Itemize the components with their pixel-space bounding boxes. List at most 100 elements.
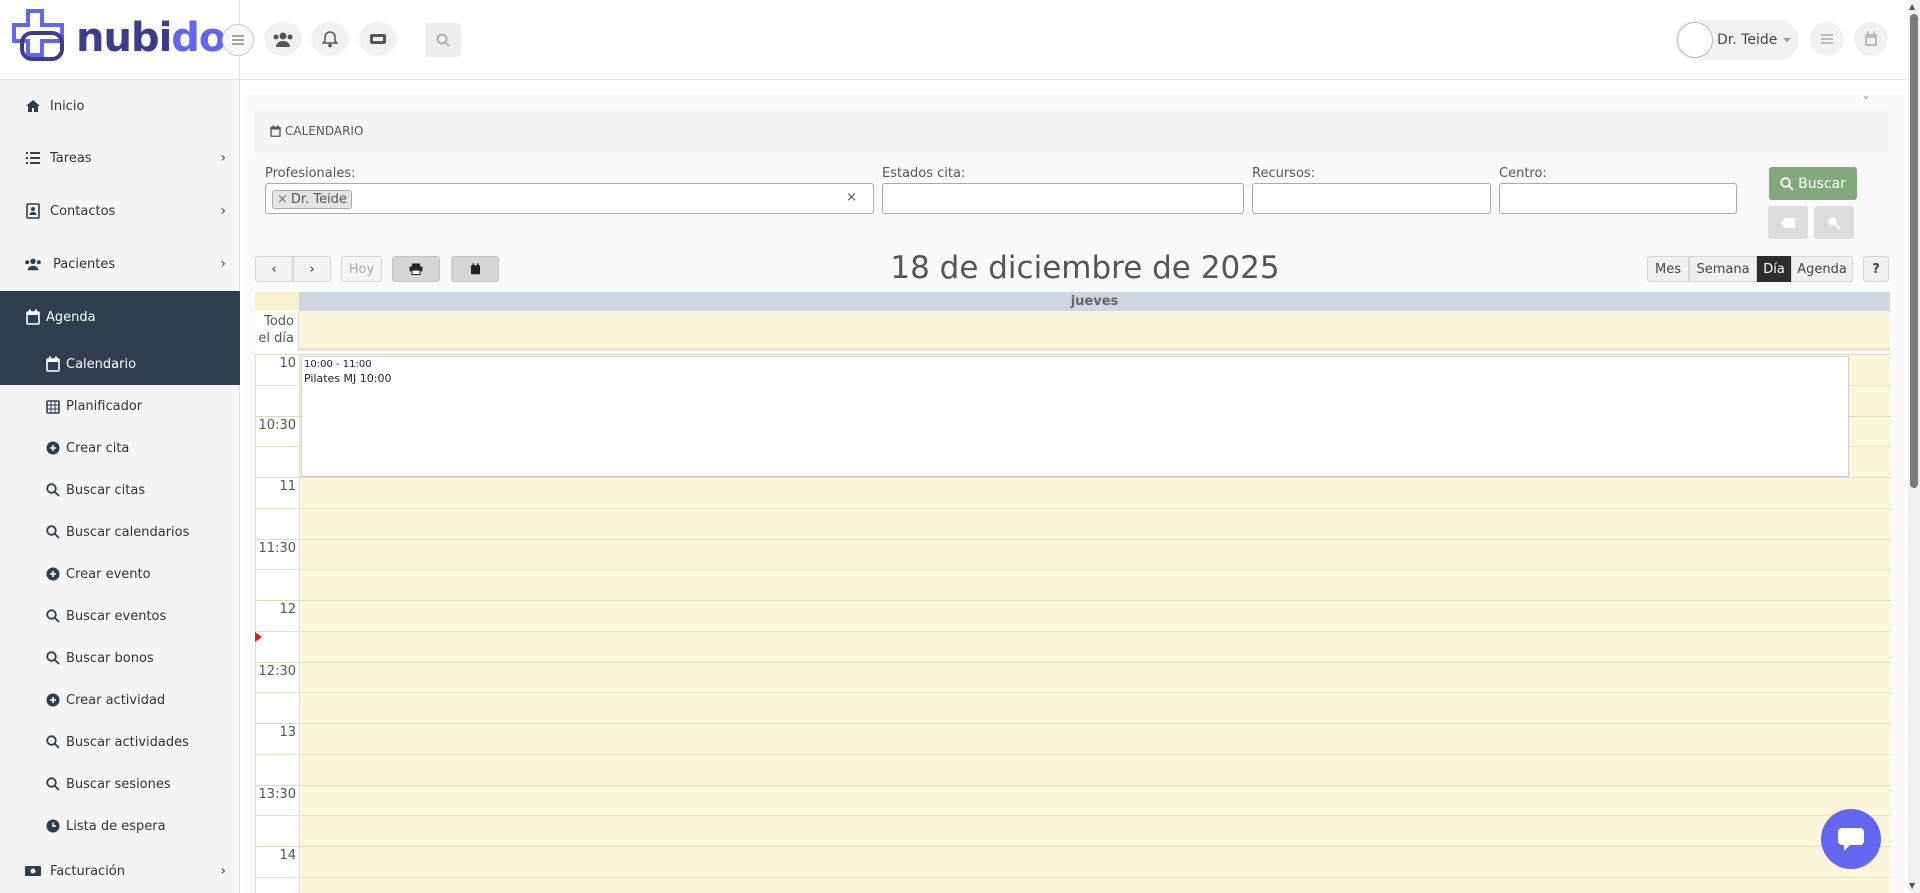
user-name: Dr. Teide <box>1717 32 1778 48</box>
view-agenda-button[interactable]: Agenda <box>1791 256 1853 282</box>
prev-button[interactable]: ‹ <box>255 256 293 282</box>
time-label: 13 <box>279 725 296 740</box>
bell-icon <box>322 31 338 48</box>
clear-selection-button[interactable]: × <box>846 190 857 205</box>
time-slot-line <box>256 754 1891 755</box>
time-label: 14 <box>279 848 296 863</box>
time-slot-line <box>256 354 1891 355</box>
date-picker-button[interactable] <box>451 256 499 282</box>
users-icon <box>273 32 293 47</box>
sidebar-item-calendario[interactable]: Calendario <box>0 343 240 385</box>
time-label: 11 <box>279 479 296 494</box>
contacts-button[interactable] <box>264 22 302 56</box>
sidebar-item-label: Crear actividad <box>66 692 166 708</box>
event-time: 10:00 - 11:00 <box>304 359 372 370</box>
chevron-right-icon: › <box>220 863 226 879</box>
sidebar-item-buscar-bonos[interactable]: Buscar bonos <box>0 637 240 679</box>
sidebar-item-buscar-actividades[interactable]: Buscar actividades <box>0 721 240 763</box>
sidebar-item-pacientes[interactable]: Pacientes › <box>0 238 240 290</box>
calendar-event[interactable]: 10:00 - 11:00 Pilates MJ 10:00 <box>301 356 1849 477</box>
calendar-panel-button[interactable] <box>1854 22 1888 56</box>
time-slot-line <box>256 785 1891 786</box>
calendar-icon <box>270 125 281 137</box>
today-button[interactable]: Hoy <box>341 256 382 282</box>
sidebar-item-agenda[interactable]: Agenda ⌄ <box>0 291 240 343</box>
tickets-button[interactable] <box>359 22 397 56</box>
estados-cita-select[interactable] <box>882 183 1244 214</box>
sidebar-item-tareas[interactable]: Tareas › <box>0 132 240 184</box>
view-semana-button[interactable]: Semana <box>1689 256 1757 282</box>
tag-remove-icon[interactable]: × <box>277 192 288 207</box>
day-header: jueves <box>255 292 1890 311</box>
chevron-right-icon: › <box>309 261 315 277</box>
sidebar-item-crear-evento[interactable]: Crear evento <box>0 553 240 595</box>
panel-header: CALENDARIO <box>254 108 1888 154</box>
sidebar-item-inicio[interactable]: Inicio <box>0 80 240 132</box>
advanced-search-button[interactable] <box>1814 206 1854 239</box>
avatar <box>1677 22 1713 58</box>
chevron-right-icon: › <box>220 256 226 272</box>
recursos-select[interactable] <box>1252 183 1491 214</box>
centro-label: Centro: <box>1499 166 1547 181</box>
time-label: 12:30 <box>258 664 296 679</box>
sidebar-item-buscar-citas[interactable]: Buscar citas <box>0 469 240 511</box>
search-icon <box>1780 176 1794 191</box>
sidebar-item-crear-actividad[interactable]: Crear actividad <box>0 679 240 721</box>
search-icon <box>45 776 61 792</box>
view-dia-button[interactable]: Día <box>1757 256 1791 282</box>
sidebar-item-crear-cita[interactable]: Crear cita <box>0 427 240 469</box>
all-day-row[interactable]: Todo el día <box>255 311 1890 351</box>
sidebar-item-label: Contactos <box>50 203 116 219</box>
sidebar-item-label: Buscar eventos <box>66 608 167 624</box>
search-plus-icon <box>1828 216 1841 230</box>
sidebar-item-buscar-sesiones[interactable]: Buscar sesiones <box>0 763 240 805</box>
list-icon <box>24 149 42 167</box>
view-mes-button[interactable]: Mes <box>1647 256 1689 282</box>
chat-button[interactable] <box>1821 809 1881 869</box>
print-button[interactable] <box>392 256 440 282</box>
menu-button[interactable] <box>1810 22 1844 56</box>
sidebar-item-label: Planificador <box>66 398 143 414</box>
sidebar-item-label: Buscar sesiones <box>66 776 171 792</box>
clock-icon <box>45 818 61 834</box>
sidebar-item-facturacion[interactable]: Facturación › <box>0 845 240 893</box>
scrollbar-thumb[interactable] <box>1910 14 1918 488</box>
notifications-button[interactable] <box>311 22 349 56</box>
collapse-panel-button[interactable]: ⌄ <box>1861 88 1871 102</box>
sidebar-item-label: Buscar bonos <box>66 650 154 666</box>
profesionales-select[interactable]: × Dr. Teide × <box>265 183 874 214</box>
top-bar: nubidoc Dr. Teide <box>0 0 1908 80</box>
calendar-icon <box>1865 31 1877 46</box>
time-label: 11:30 <box>258 541 296 556</box>
scroll-up-icon[interactable]: ▲ <box>1909 2 1915 11</box>
profesional-tag[interactable]: × Dr. Teide <box>272 190 352 209</box>
sidebar: Inicio Tareas › Contactos › Pacientes › … <box>0 80 240 893</box>
event-title: Pilates MJ 10:00 <box>304 372 392 385</box>
user-menu[interactable]: Dr. Teide <box>1675 20 1799 60</box>
time-slot-line <box>256 815 1891 816</box>
chat-bubble-icon <box>1838 828 1864 851</box>
sidebar-toggle-button[interactable] <box>222 24 254 56</box>
sidebar-item-lista-de-espera[interactable]: Lista de espera <box>0 805 240 847</box>
time-gutter <box>256 354 300 893</box>
sidebar-item-buscar-eventos[interactable]: Buscar eventos <box>0 595 240 637</box>
tag-label: Dr. Teide <box>290 192 347 207</box>
time-label: 12 <box>279 602 296 617</box>
sidebar-item-contactos[interactable]: Contactos › <box>0 185 240 237</box>
sidebar-item-label: Buscar actividades <box>66 734 189 750</box>
global-search-button[interactable] <box>425 23 461 57</box>
help-button[interactable]: ? <box>1863 256 1889 282</box>
buscar-button[interactable]: Buscar <box>1769 167 1857 200</box>
next-button[interactable]: › <box>293 256 331 282</box>
time-slot-line <box>256 723 1891 724</box>
time-label: 13:30 <box>258 787 296 802</box>
centro-select[interactable] <box>1499 183 1737 214</box>
sidebar-item-buscar-calendarios[interactable]: Buscar calendarios <box>0 511 240 553</box>
sidebar-item-planificador[interactable]: Planificador <box>0 385 240 427</box>
plus-circle-icon <box>45 440 61 456</box>
chevron-right-icon: › <box>220 203 226 219</box>
time-label: 10:30 <box>258 418 296 433</box>
logo[interactable]: nubidoc <box>12 8 249 68</box>
clear-filters-button[interactable] <box>1768 206 1808 239</box>
scroll-down-icon[interactable]: ▼ <box>1909 881 1915 890</box>
